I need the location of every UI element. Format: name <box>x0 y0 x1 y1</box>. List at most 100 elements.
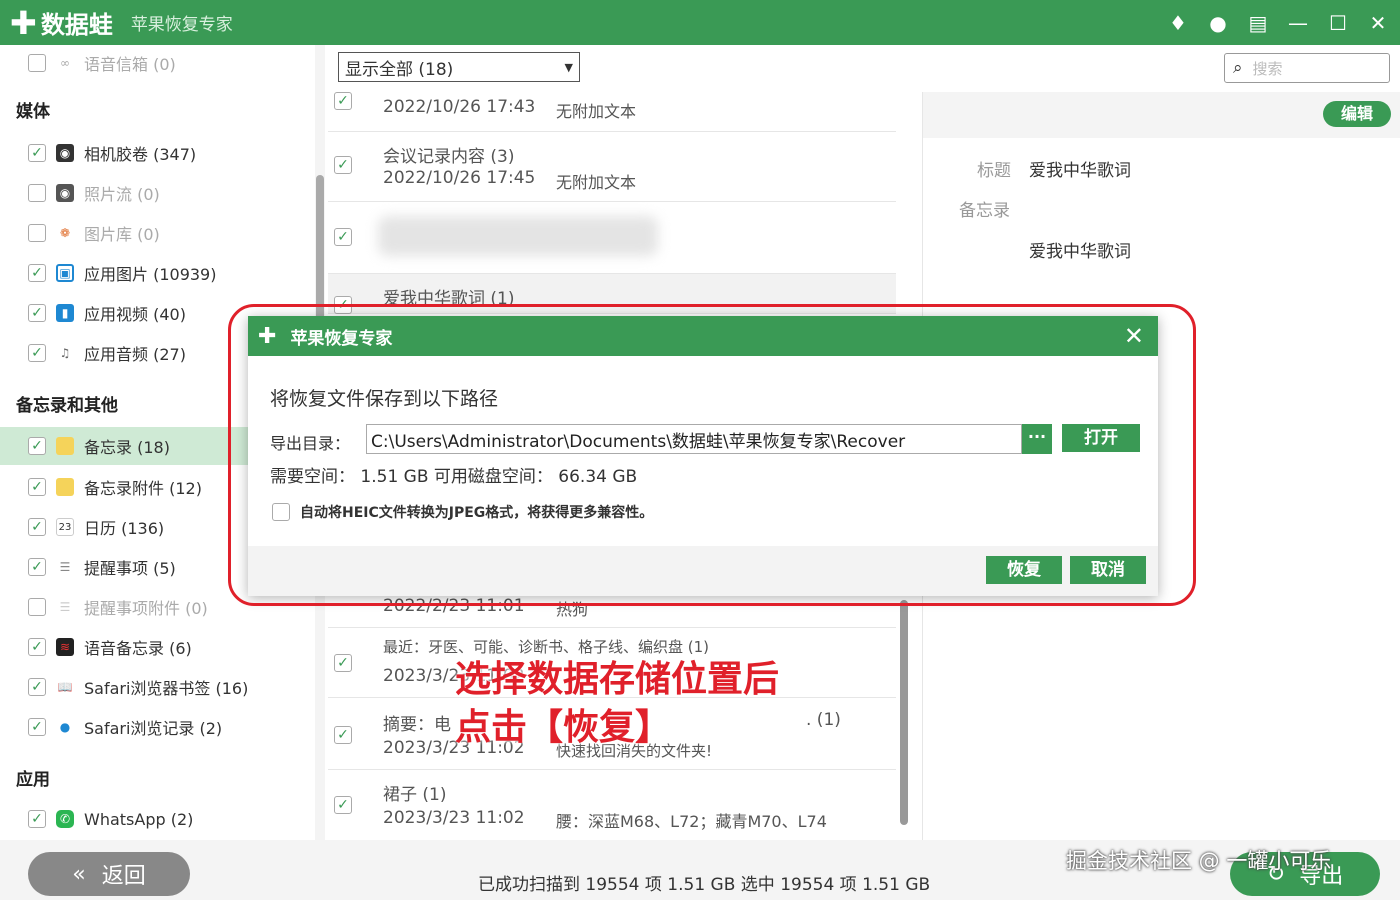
highlight-outline <box>228 304 1196 606</box>
sidebar-item-whatsapp[interactable]: ✓ ✆ WhatsApp (2) <box>28 805 308 833</box>
annotation-line1: 选择数据存储位置后 <box>455 659 780 700</box>
double-chevron-left-icon: « <box>72 861 86 887</box>
checkbox[interactable]: ✓ <box>334 92 352 110</box>
item-date: 2023/3/23 11:02 <box>383 808 525 828</box>
list-item[interactable]: ✓ 2022/10/26 17:43 无附加文本 <box>328 92 896 132</box>
photos-icon: ❁ <box>59 226 71 240</box>
sidebar-item-notes[interactable]: ✓ 备忘录 (18) <box>0 427 248 465</box>
sidebar-item-voicemail[interactable]: ∞ 语音信箱 (0) <box>28 49 308 77</box>
checkbox[interactable]: ✓ <box>28 558 46 576</box>
notes-value: 爱我中华歌词 <box>1029 242 1131 262</box>
reminders-icon: ☰ <box>59 560 71 574</box>
list-item[interactable]: ✓ 裙子 (1) 2023/3/23 11:02 腰：深蓝M68、L72；藏青M… <box>328 770 896 840</box>
blurred-content <box>378 216 658 256</box>
music-icon: ♫ <box>59 346 71 360</box>
bookmark-icon: 📖 <box>57 680 73 694</box>
feedback-icon[interactable]: ▤ <box>1246 11 1270 35</box>
voicemail-icon: ∞ <box>60 56 70 70</box>
brand-name: 数据蛙 <box>40 11 113 39</box>
checkbox[interactable]: ✓ <box>334 726 352 744</box>
sidebar-item-label: 应用图片 (10939) <box>84 265 217 284</box>
sidebar-item-label: 照片流 (0) <box>84 185 160 204</box>
sidebar-item-photo-stream[interactable]: ◉ 照片流 (0) <box>28 179 308 207</box>
item-title-suffix: . (1) <box>806 710 841 730</box>
video-icon: ▮ <box>56 304 74 322</box>
checkbox[interactable] <box>28 598 46 616</box>
list-scroll-thumb[interactable] <box>900 600 908 825</box>
item-date: 2022/10/26 17:45 <box>383 168 536 188</box>
sidebar-item-label: 提醒事项附件 (0) <box>84 599 208 618</box>
photo-stream-icon: ◉ <box>56 184 74 202</box>
checkbox[interactable]: ✓ <box>334 796 352 814</box>
checkbox[interactable]: ✓ <box>334 654 352 672</box>
sidebar-item-label: 语音信箱 (0) <box>84 55 176 74</box>
checkbox[interactable]: ✓ <box>28 437 46 455</box>
group-title-apps: 应用 <box>16 770 50 790</box>
checkbox[interactable]: ✓ <box>334 228 352 246</box>
chat-icon[interactable]: ● <box>1206 11 1230 35</box>
calendar-icon: 23 <box>56 518 74 536</box>
checkbox[interactable]: ✓ <box>28 718 46 736</box>
voice-memo-icon: ≋ <box>56 638 74 656</box>
close-icon[interactable]: ✕ <box>1366 11 1390 35</box>
sidebar-item-label: 日历 (136) <box>84 519 165 538</box>
list-item[interactable]: ✓ <box>328 202 896 274</box>
sidebar-item-app-photos[interactable]: ✓ ▣ 应用图片 (10939) <box>28 259 308 287</box>
sidebar-item-label: 应用音频 (27) <box>84 345 186 364</box>
checkbox[interactable] <box>28 224 46 242</box>
sidebar-item-label: WhatsApp (2) <box>84 809 194 829</box>
diamond-icon[interactable]: ♦ <box>1166 11 1190 35</box>
checkbox[interactable]: ✓ <box>28 264 46 282</box>
camera-icon: ◉ <box>56 144 74 162</box>
chevron-down-icon: ▼ <box>564 61 573 74</box>
filter-value: 显示全部 (18) <box>345 59 454 80</box>
checkbox[interactable] <box>28 184 46 202</box>
checkbox[interactable]: ✓ <box>334 156 352 174</box>
scan-status: 已成功扫描到 19554 项 1.51 GB 选中 19554 项 1.51 G… <box>478 875 931 895</box>
sidebar-item-label: 备忘录 (18) <box>84 438 170 457</box>
checkbox[interactable]: ✓ <box>28 144 46 162</box>
item-preview: 腰：深蓝M68、L72；藏青M70、L74 <box>556 812 827 831</box>
search-input[interactable]: ⌕ 搜索 <box>1224 53 1390 83</box>
search-icon: ⌕ <box>1233 58 1243 78</box>
note-attachment-icon <box>56 478 74 496</box>
sidebar-item-camera-roll[interactable]: ✓ ◉ 相机胶卷 (347) <box>28 139 308 167</box>
minimize-icon[interactable]: — <box>1286 11 1310 35</box>
sidebar-item-label: 语音备忘录 (6) <box>84 639 192 658</box>
checkbox[interactable]: ✓ <box>28 344 46 362</box>
logo-plus-icon: ✚ <box>10 3 37 42</box>
checkbox[interactable]: ✓ <box>28 304 46 322</box>
checkbox[interactable]: ✓ <box>28 518 46 536</box>
item-preview: 无附加文本 <box>556 102 637 121</box>
detail-toolbar: 编辑 <box>923 92 1400 138</box>
checkbox[interactable]: ✓ <box>28 810 46 828</box>
sidebar-item-voice-memos[interactable]: ✓ ≋ 语音备忘录 (6) <box>28 633 308 661</box>
sidebar-scroll-thumb[interactable] <box>316 175 324 325</box>
sidebar-item-label: 备忘录附件 (12) <box>84 479 202 498</box>
sidebar-item-label: 图片库 (0) <box>84 225 160 244</box>
notes-label: 备忘录 <box>959 201 1010 221</box>
sidebar-item-label: 相机胶卷 (347) <box>84 145 197 164</box>
sidebar-item-safari-history[interactable]: ✓ ● Safari浏览记录 (2) <box>28 713 308 741</box>
safari-icon: ● <box>59 720 71 734</box>
checkbox[interactable]: ✓ <box>28 478 46 496</box>
checkbox[interactable]: ✓ <box>28 638 46 656</box>
back-label: 返回 <box>101 864 146 889</box>
group-title-notes: 备忘录和其他 <box>16 396 118 416</box>
sidebar-item-photo-library[interactable]: ❁ 图片库 (0) <box>28 219 308 247</box>
sidebar-item-safari-bookmarks[interactable]: ✓ 📖 Safari浏览器书签 (16) <box>28 673 308 701</box>
filter-select[interactable]: 显示全部 (18) ▼ <box>338 52 580 82</box>
checkbox[interactable] <box>28 54 46 72</box>
checkbox[interactable]: ✓ <box>28 678 46 696</box>
back-button[interactable]: « 返回 <box>28 852 190 896</box>
window-controls: ♦ ● ▤ — ☐ ✕ <box>1166 0 1390 45</box>
maximize-icon[interactable]: ☐ <box>1326 11 1350 35</box>
item-preview: 无附加文本 <box>556 173 637 192</box>
image-icon: ▣ <box>56 264 74 282</box>
title-label: 标题 <box>977 161 1011 181</box>
list-item[interactable]: ✓ 会议记录内容 (3) 2022/10/26 17:45 无附加文本 <box>328 132 896 202</box>
brand-logo: ✚ 数据蛙 <box>10 5 113 40</box>
edit-button[interactable]: 编辑 <box>1323 101 1391 127</box>
app-window: ✚ 数据蛙 苹果恢复专家 ♦ ● ▤ — ☐ ✕ ∞ 语音信箱 (0) 媒体 ✓… <box>0 0 1400 900</box>
sidebar-item-label: 提醒事项 (5) <box>84 559 176 578</box>
